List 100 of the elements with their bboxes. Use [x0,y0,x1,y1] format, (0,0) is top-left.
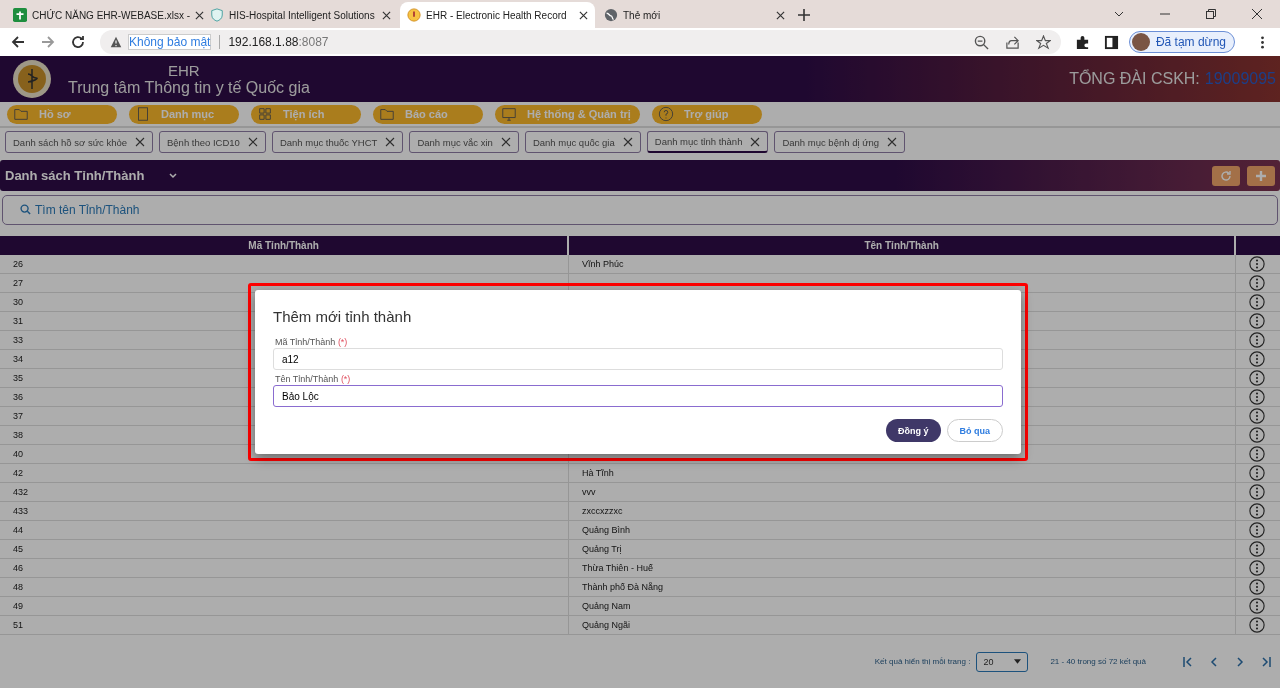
page-tab[interactable]: Bệnh theo ICD10 [159,131,266,153]
table-cell: 40 [13,449,23,459]
column-header: Tên Tỉnh/Thành [569,236,1237,255]
folder-icon [379,106,395,122]
warning-icon [110,36,122,48]
table-cell: 49 [13,601,23,611]
table-cell: Hà Tĩnh [582,468,614,478]
table-cell: 45 [13,544,23,554]
url-text: 192.168.1.88:8087 [228,35,329,49]
page-tab[interactable]: Danh mục tỉnh thành [646,131,769,153]
more-icon[interactable] [1249,313,1265,329]
next-page-icon[interactable] [1234,655,1246,668]
page-size-select[interactable]: 20 [976,651,1029,672]
cancel-button[interactable]: Bỏ qua [946,419,1003,442]
more-icon[interactable] [1249,351,1265,367]
page-title: Danh sách Tỉnh/Thành [5,168,145,183]
tab-label: Danh sách hồ sơ sức khỏe [13,136,127,148]
more-icon[interactable] [1249,579,1265,595]
more-icon[interactable] [1249,541,1265,557]
tab-title: EHR - Electronic Health Record [426,9,568,21]
table-cell: 34 [13,354,23,364]
page-tab[interactable]: Danh sách hồ sơ sức khỏe [5,131,153,153]
confirm-button[interactable]: Đồng ý [886,419,941,442]
more-icon[interactable] [1249,370,1265,386]
folder-icon [13,106,29,122]
more-icon[interactable] [1249,560,1265,576]
table-cell: 30 [13,297,23,307]
more-icon[interactable] [1249,522,1265,538]
table-cell: 46 [13,563,23,573]
star-icon[interactable] [1035,34,1051,50]
address-bar[interactable]: Không bảo mật 192.168.1.88:8087 [100,30,1061,54]
more-icon[interactable] [1249,484,1265,500]
tab-label: Danh mục tỉnh thành [654,136,743,147]
browser-tab[interactable]: CHỨC NĂNG EHR-WEBASE.xlsx - [6,2,201,28]
close-icon[interactable] [382,10,391,20]
restore-icon[interactable] [1205,8,1217,20]
close-icon[interactable] [750,136,761,147]
table-cell: 31 [13,316,23,326]
page-tab[interactable]: Danh mục quốc gia [524,131,641,153]
more-icon[interactable] [1249,408,1265,424]
table-cell: 432 [13,487,29,497]
search-field[interactable]: Tìm tên Tỉnh/Thành [2,195,1278,225]
reload-icon[interactable] [70,34,86,50]
more-icon[interactable] [1249,446,1265,462]
share-icon[interactable] [1004,34,1020,50]
field-label: Tên Tỉnh/Thành (*) [275,374,352,384]
browser-tab[interactable]: Thẻ mới [597,2,792,28]
table-cell: vvv [582,487,596,497]
chevron-down-icon[interactable] [168,170,179,181]
close-icon[interactable] [195,10,204,20]
more-icon[interactable] [1249,503,1265,519]
organization-name: Trung tâm Thông tin y tế Quốc gia [68,78,310,97]
spreadsheet-icon [13,8,27,22]
close-icon[interactable] [579,10,588,20]
monitor-icon [501,106,517,122]
more-icon[interactable] [1249,465,1265,481]
hotline-number: 19009095 [1204,70,1276,88]
refresh-button[interactable] [1212,165,1240,186]
side-panel-icon[interactable] [1103,34,1119,50]
profile-button[interactable]: Đã tạm dừng [1128,31,1235,53]
more-icon[interactable] [1249,598,1265,614]
security-label: Không bảo mật [128,34,212,50]
table-cell: Vĩnh Phúc [582,259,624,269]
tab-label: Bệnh theo ICD10 [167,136,240,148]
page-tab[interactable]: Danh mục thuốc YHCT [271,131,404,153]
more-icon[interactable] [1249,617,1265,633]
previous-page-icon[interactable] [1208,655,1220,668]
last-page-icon[interactable] [1260,655,1272,668]
new-tab-icon[interactable] [798,9,810,21]
close-icon[interactable] [1251,8,1263,20]
page-tab[interactable]: Danh mục bệnh dị ứng [774,131,906,153]
add-button[interactable] [1247,165,1275,186]
close-icon[interactable] [622,137,633,147]
browser-tab[interactable]: HIS-Hospital Intelligent Solutions [203,2,398,28]
help-icon [658,106,674,122]
more-icon[interactable] [1249,294,1265,310]
more-icon[interactable] [1249,427,1265,443]
browser-tab[interactable]: EHR - Electronic Health Record [400,2,595,28]
close-icon[interactable] [500,137,511,147]
close-icon[interactable] [776,10,785,20]
more-icon[interactable] [1249,332,1265,348]
close-icon[interactable] [385,137,396,147]
puzzle-icon[interactable] [1074,34,1090,50]
more-icon[interactable] [1249,275,1265,291]
forward-icon[interactable] [40,34,56,50]
table-cell: 42 [13,468,23,478]
input-field[interactable]: Bảo Lộc [273,385,1003,407]
table-cell: 433 [13,506,29,516]
close-icon[interactable] [887,137,898,147]
more-icon[interactable] [1249,389,1265,405]
close-icon[interactable] [247,137,258,147]
close-icon[interactable] [135,137,145,147]
grid-icon [257,106,273,122]
back-icon[interactable] [10,34,26,50]
page-tab[interactable]: Danh mục vắc xin [409,131,519,153]
zoom-out-icon[interactable] [973,34,989,50]
table-cell: Thành phố Đà Nẵng [582,582,664,592]
input-field[interactable]: a12 [273,348,1003,370]
more-icon[interactable] [1249,256,1265,272]
first-page-icon[interactable] [1182,655,1194,668]
